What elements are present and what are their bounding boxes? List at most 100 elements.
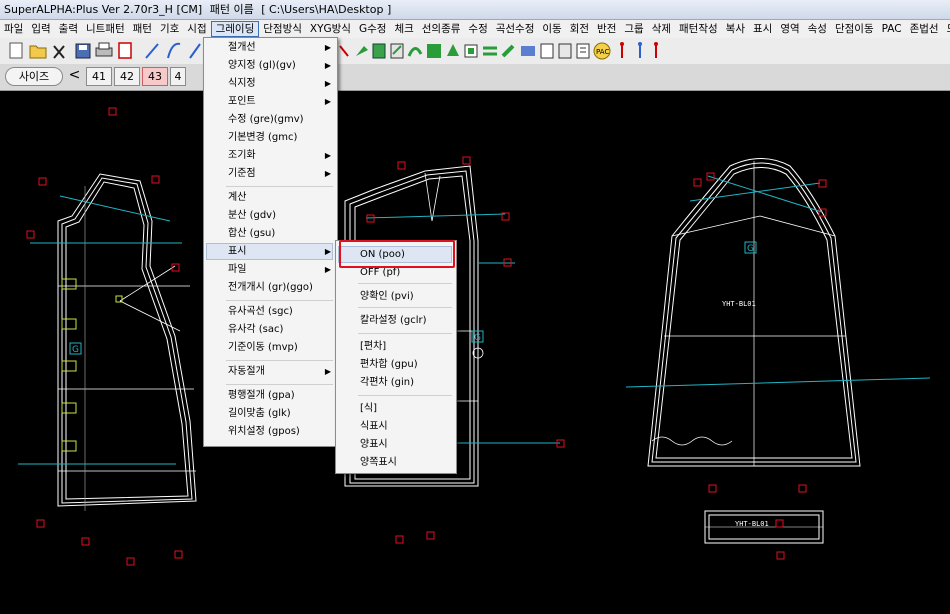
menu-item-5[interactable]: 기호: [156, 20, 183, 38]
grading-menu-item-14[interactable]: 유사곡선 (sgc): [228, 304, 293, 320]
grading-menu-item-3[interactable]: 포인트: [228, 94, 256, 110]
display-submenu-item-8[interactable]: 식표시: [360, 419, 388, 435]
point-marker[interactable]: [174, 550, 183, 559]
menu-item-26[interactable]: PAC: [878, 20, 906, 38]
scissors-icon[interactable]: [53, 45, 65, 59]
menu-item-6[interactable]: 시접: [183, 20, 210, 38]
display-submenu-item-5[interactable]: 편차합 (gpu): [360, 357, 418, 373]
point-marker[interactable]: [776, 551, 785, 560]
move-icon[interactable]: [356, 46, 368, 56]
grading-menu-item-13[interactable]: 전개개시 (gr)(ggo): [228, 280, 313, 296]
pattern-icon-6[interactable]: [464, 44, 478, 58]
marker-icon-3[interactable]: [654, 42, 658, 58]
grading-menu-item-9[interactable]: 분산 (gdv): [228, 208, 276, 224]
point-tool-icon[interactable]: [339, 45, 349, 57]
point-marker[interactable]: [366, 214, 375, 223]
menu-item-25[interactable]: 단점이동: [831, 20, 878, 38]
display-submenu-item-3[interactable]: 칼라설정 (gclr): [360, 313, 427, 329]
menu-item-15[interactable]: 이동: [538, 20, 565, 38]
menu-item-7[interactable]: 그레이딩: [210, 21, 260, 37]
size-prev-button[interactable]: <: [66, 67, 83, 86]
grading-menu-item-5[interactable]: 기본변경 (gmc): [228, 130, 297, 146]
menu-item-13[interactable]: 수정: [464, 20, 491, 38]
menu-item-2[interactable]: 출력: [55, 20, 82, 38]
menu-item-22[interactable]: 표시: [749, 20, 776, 38]
point-marker[interactable]: [818, 179, 827, 188]
point-marker[interactable]: [395, 535, 404, 544]
pac-icon[interactable]: PAC: [593, 42, 611, 60]
menu-item-27[interactable]: 존법선: [906, 20, 943, 38]
point-marker[interactable]: [38, 177, 47, 186]
grading-menu-item-6[interactable]: 조기화: [228, 148, 256, 164]
grading-menu-item-10[interactable]: 합산 (gsu): [228, 226, 275, 242]
size-label-button[interactable]: 사이즈: [5, 67, 63, 86]
pattern-icon-5[interactable]: [447, 44, 459, 56]
point-marker[interactable]: [108, 107, 117, 116]
grading-menu-item-7[interactable]: 기준점: [228, 166, 256, 182]
menu-item-16[interactable]: 회전: [566, 20, 593, 38]
size-button-43[interactable]: 43: [142, 67, 168, 86]
grading-menu-item-18[interactable]: 평행절개 (gpa): [228, 388, 295, 404]
display-submenu-item-7[interactable]: [식]: [360, 401, 377, 417]
new-file-icon[interactable]: [9, 42, 23, 59]
menu-item-10[interactable]: G수정: [355, 20, 390, 38]
open-folder-icon[interactable]: [29, 45, 47, 59]
menu-item-20[interactable]: 패턴작성: [675, 20, 722, 38]
pattern-icon-2[interactable]: [390, 43, 404, 59]
display-submenu-item-2[interactable]: 양확인 (pvi): [360, 289, 414, 305]
pattern-icon-12[interactable]: [576, 43, 590, 59]
point-marker[interactable]: [26, 230, 35, 239]
point-marker[interactable]: [151, 175, 160, 184]
print-icon[interactable]: [95, 42, 113, 57]
marker-icon-1[interactable]: [620, 42, 624, 58]
line-tool-icon[interactable]: [145, 43, 159, 59]
menu-item-28[interactable]: 도움말: [943, 20, 950, 38]
menu-item-24[interactable]: 속성: [804, 20, 831, 38]
point-marker[interactable]: [693, 178, 702, 187]
size-button-42[interactable]: 42: [114, 67, 140, 86]
menu-item-1[interactable]: 입력: [27, 20, 54, 38]
pattern-drawing[interactable]: G G G YHT-BL01 YHT-BL01: [0, 91, 950, 614]
point-marker[interactable]: [462, 156, 471, 165]
grading-menu-item-2[interactable]: 식지정: [228, 76, 256, 92]
grading-menu-item-19[interactable]: 길이맞춤 (glk): [228, 406, 291, 422]
grading-menu-item-12[interactable]: 파일: [228, 262, 246, 278]
grading-menu-item-20[interactable]: 위치설정 (gpos): [228, 424, 300, 440]
pattern-icon-4[interactable]: [427, 44, 441, 58]
pattern-icon-10[interactable]: [540, 43, 554, 59]
curve-tool-icon[interactable]: [167, 42, 181, 59]
menu-item-21[interactable]: 복사: [722, 20, 749, 38]
point-marker[interactable]: [126, 557, 135, 566]
display-submenu-item-4[interactable]: [편차]: [360, 339, 386, 355]
grading-menu-item-4[interactable]: 수정 (gre)(gmv): [228, 112, 304, 128]
display-submenu-item-6[interactable]: 각편차 (gin): [360, 375, 414, 391]
point-marker[interactable]: [426, 531, 435, 540]
page-icon[interactable]: [118, 42, 132, 59]
menu-item-18[interactable]: 그룹: [620, 20, 647, 38]
sleeve-pattern[interactable]: [647, 158, 861, 467]
pattern-icon-8[interactable]: [501, 44, 515, 58]
size-button-41[interactable]: 41: [86, 67, 112, 86]
grading-menu-item-8[interactable]: 계산: [228, 190, 246, 206]
pattern-icon-9[interactable]: [521, 46, 535, 56]
menu-item-8[interactable]: 단점방식: [259, 20, 306, 38]
menu-item-4[interactable]: 패턴: [129, 20, 156, 38]
grading-menu-item-15[interactable]: 유사각 (sac): [228, 322, 283, 338]
pattern-canvas[interactable]: G G G YHT-BL01 YHT-BL01: [0, 91, 950, 614]
menu-item-14[interactable]: 곡선수정: [492, 20, 539, 38]
point-marker[interactable]: [708, 484, 717, 493]
draw-tool-icon[interactable]: [189, 43, 201, 59]
menu-item-23[interactable]: 영역: [776, 20, 803, 38]
grading-menu-item-1[interactable]: 양지정 (gl)(gv): [228, 58, 296, 74]
grading-menu-item-11[interactable]: 표시: [228, 244, 246, 260]
point-marker[interactable]: [775, 519, 784, 528]
point-marker[interactable]: [397, 161, 406, 170]
menu-item-11[interactable]: 체크: [390, 20, 417, 38]
menu-item-0[interactable]: 파일: [0, 20, 27, 38]
display-submenu-item-9[interactable]: 양표시: [360, 437, 388, 453]
pattern-icon-3[interactable]: [407, 47, 423, 57]
pattern-icon-1[interactable]: [372, 43, 386, 59]
grading-menu-item-0[interactable]: 절개선: [228, 40, 256, 56]
grading-menu-item-16[interactable]: 기준이동 (mvp): [228, 340, 298, 356]
display-submenu-item-10[interactable]: 양쪽표시: [360, 455, 397, 471]
